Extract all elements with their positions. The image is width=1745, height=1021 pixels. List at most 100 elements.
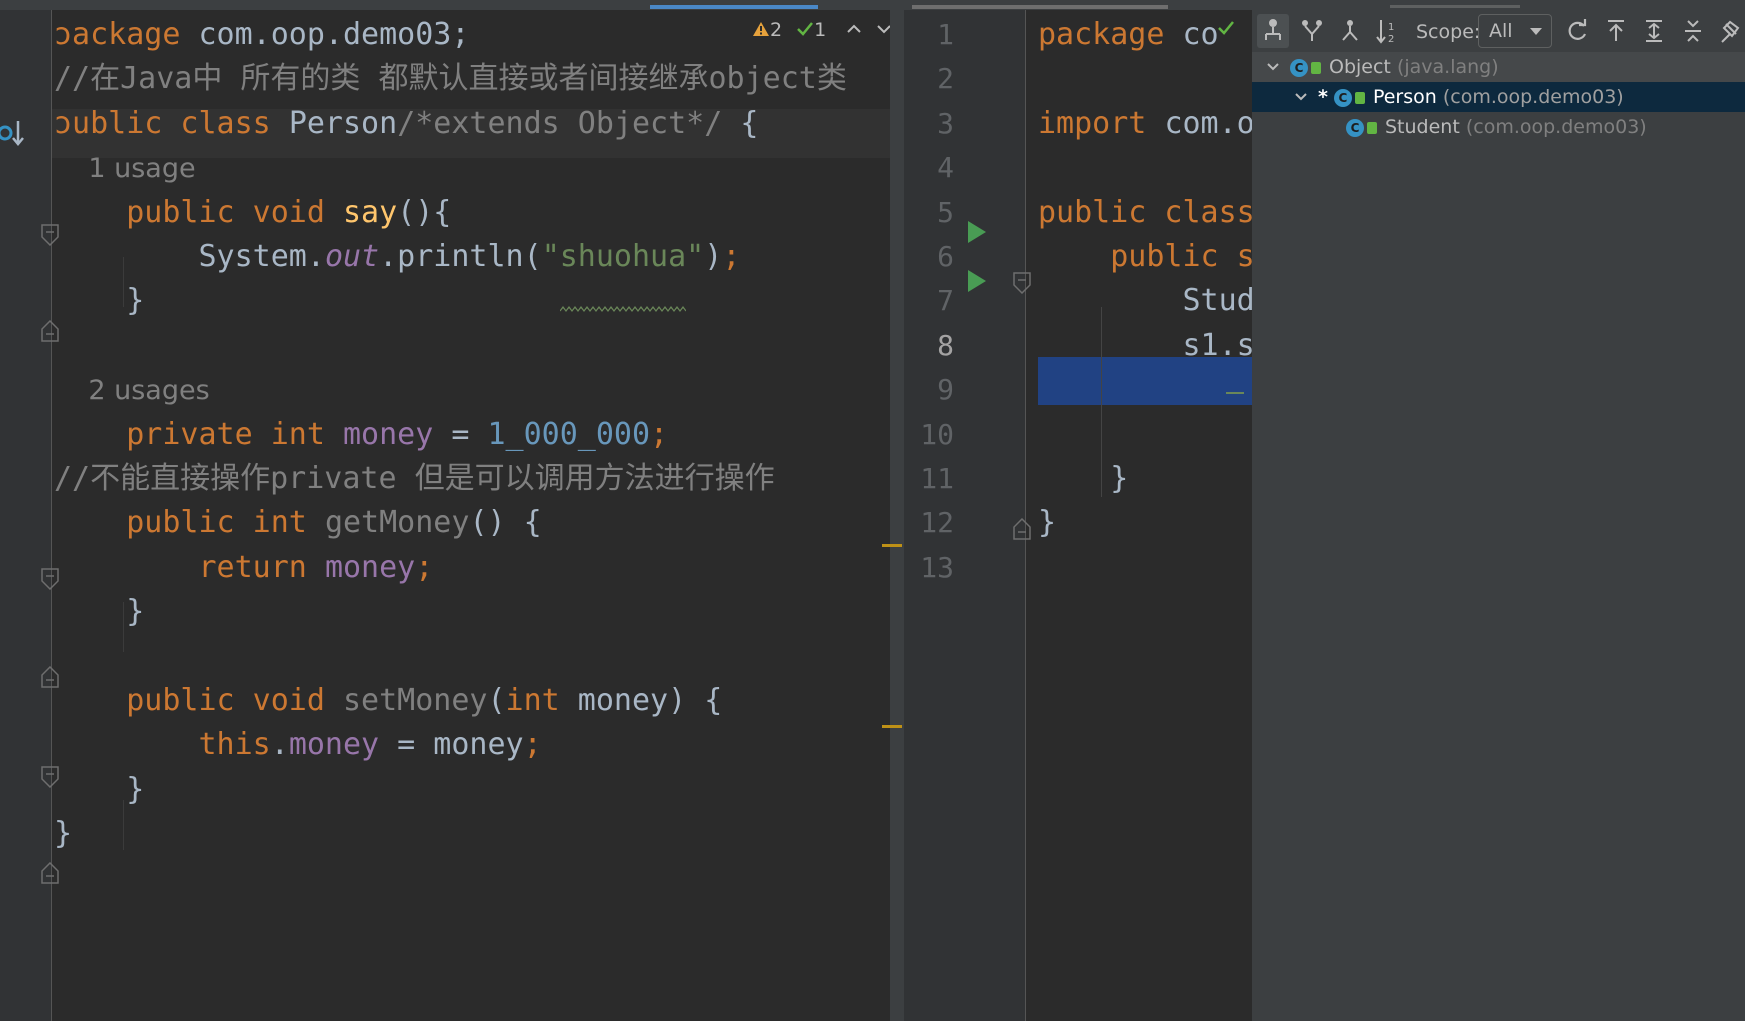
inspection-widget[interactable]: 2 1 [752,15,826,46]
tree-item-student[interactable]: C Student (com.oop.demo03) [1252,112,1745,142]
tree-item-object[interactable]: C Object (java.lang) [1252,52,1745,82]
code-line[interactable]: public void setMoney(int money) { [54,676,722,725]
code-line[interactable]: public class [1038,188,1255,237]
code-token: .println( [379,239,542,274]
line-number: 4 [937,151,954,185]
code-token: ɔublic class [54,105,289,141]
code-line[interactable]: 2 usages [54,365,210,414]
code-token: 2 usages [54,375,210,407]
code-line[interactable]: public int getMoney() { [54,498,541,547]
code-token: ; [722,239,741,274]
code-line[interactable]: //在Java中 所有的类 都默认直接或者间接继承object类 [54,54,847,103]
code-line[interactable]: public void say(){ [54,188,451,237]
code-line[interactable]: ɔackage com.oop.demo03; [54,10,469,59]
warning-stripe[interactable] [882,544,902,547]
code-token: int [505,683,578,718]
left-active-tab-indicator[interactable] [650,5,818,9]
code-token: public s [1038,239,1255,274]
code-token: ; [415,549,434,585]
code-token: com.oop.demo03; [180,17,470,52]
code-token: money [324,549,416,585]
code-token: s1.s [1038,327,1255,363]
collapse-icon[interactable] [1677,14,1709,48]
code-token: public int [54,505,325,541]
code-token: } [1038,461,1129,496]
code-line[interactable]: Stud [1038,276,1255,325]
code-token: } [54,816,73,852]
override-icon[interactable] [0,119,30,149]
code-line[interactable]: } [54,587,144,636]
code-token: Stud [1038,283,1255,319]
code-line[interactable]: } [54,809,72,858]
code-token: money [342,416,434,452]
pin-icon[interactable] [1716,14,1745,48]
code-line[interactable]: package co [1038,10,1219,59]
typo-squiggle [559,297,687,312]
code-line[interactable]: } [1038,498,1056,547]
right-active-tab-indicator[interactable] [912,5,1168,9]
right-editor[interactable]: 1 2 3 4 5 6 7 8 9 10 11 12 13 [904,0,1252,1021]
line-number: 8 [937,328,954,362]
export-icon[interactable] [1600,14,1632,48]
code-line[interactable]: return money; [54,543,433,592]
fold-icon[interactable] [41,862,59,884]
chevron-up-icon[interactable] [845,20,863,38]
scope-dropdown[interactable]: All [1478,14,1552,48]
code-line[interactable]: 1 usage [54,143,196,192]
expand-icon[interactable] [1638,14,1670,48]
code-line[interactable]: public s [1038,232,1255,281]
left-editor[interactable]: ɔackage com.oop.demo03;//在Java中 所有的类 都默认… [0,0,902,1021]
line-number: 6 [937,240,954,273]
code-token: out [324,239,380,274]
fold-icon[interactable] [1013,272,1031,294]
code-line[interactable]: //不能直接操作private 但是可以调用方法进行操作 [54,454,775,503]
tree-item-person[interactable]: * C Person (com.oop.demo03) [1252,82,1745,112]
hierarchy-icon[interactable] [1257,14,1289,48]
line-number: 13 [920,550,954,584]
code-token: ɔackage [54,17,181,52]
code-token: . [270,727,289,763]
code-token: //在Java中 所有的类 都默认直接或者间接继承object类 [54,61,847,97]
scope-label: Scope: [1416,21,1481,43]
check-icon [1216,18,1236,38]
class-icon: C [1346,118,1364,137]
refresh-icon[interactable] [1561,14,1593,48]
warning-icon [752,16,770,46]
code-token: /*extends Object*/ [397,105,723,141]
warning-count: 2 [770,19,783,41]
code-token: this [54,727,271,763]
code-line[interactable]: } [54,765,144,814]
code-line[interactable]: private int money = 1_000_000; [54,410,668,459]
line-number: 1 [937,18,954,51]
code-line[interactable]: } [1038,454,1128,503]
left-scrollbar[interactable] [890,0,902,1021]
code-token: import [1038,105,1165,141]
code-token: co [1182,17,1219,52]
code-token: 1 usage [54,153,196,185]
line-number: 5 [937,195,954,229]
code-line[interactable]: } [54,276,144,325]
code-line[interactable]: System.out.println("shuohua"); [54,232,740,281]
subtypes-icon[interactable] [1296,14,1328,48]
code-line[interactable]: import com.o [1038,99,1255,148]
run-icon[interactable] [966,269,988,293]
supertypes-icon[interactable] [1334,14,1366,48]
code-token: System. [54,239,325,274]
code-token: ; [523,727,542,763]
fold-icon[interactable] [1013,518,1031,540]
tree-item-name: Object [1329,56,1391,78]
run-icon[interactable] [966,220,988,244]
sort-icon[interactable]: 12 [1372,14,1404,48]
code-token: } [54,594,145,630]
warning-stripe[interactable] [882,725,902,728]
code-line[interactable]: s1.s [1038,321,1255,370]
line-number: 11 [920,462,954,495]
code-token: 1_000_000 [487,416,651,452]
code-line[interactable]: this.money = money; [54,720,542,769]
tree-item-package: (com.oop.demo03) [1442,86,1624,108]
code-token: ( [487,683,506,718]
tree-item-package: (com.oop.demo03) [1465,116,1647,138]
lock-icon [1367,121,1377,134]
code-token: ; [650,416,669,452]
code-line[interactable]: ɔublic class Person/*extends Object*/ { [54,99,758,148]
